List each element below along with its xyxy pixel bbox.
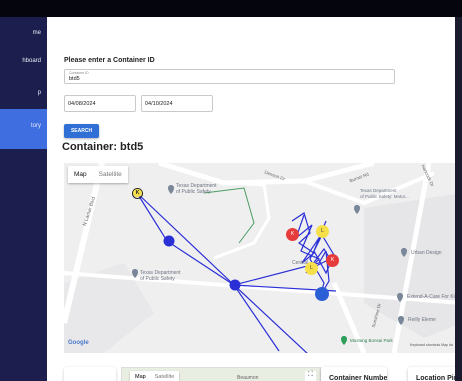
route-end-marker[interactable] [315,287,329,301]
route-marker[interactable]: K [286,228,299,241]
map-type-map[interactable]: Map [68,166,93,183]
map-label: Texas Department of Public Safety [176,183,217,195]
map-type-satellite[interactable]: Satellite [155,374,175,380]
sidebar-item-map[interactable]: p [0,87,47,101]
google-logo: Google [68,340,89,346]
route-marker[interactable]: L [305,262,318,275]
form-prompt: Please enter a Container ID [64,57,155,64]
sidebar-item-label: p [37,90,41,96]
sidebar-item-dashboard[interactable]: hboard [0,55,47,69]
map-label: Texas Department of Public Safety: Motor… [360,188,409,199]
window-edge [455,17,462,381]
route-map[interactable]: Texas Department of Public Safety Texas … [64,163,462,353]
route-marker[interactable]: L [316,225,329,238]
map-label: Beaumon [237,375,259,381]
sidebar-item-label: tory [30,123,41,129]
location-pin-header: Location Pin [408,367,462,381]
map-type-control: Map Satellite [68,166,128,183]
route-marker[interactable]: K [132,188,143,199]
container-id-label: Container ID [69,71,89,75]
end-date-field[interactable]: 04/10/2024 [141,95,213,112]
container-number-header: Container Number [321,367,387,381]
map-label: Extend-A-Care For Kids [407,294,461,300]
search-button[interactable]: SEARCH [64,124,99,138]
fullscreen-icon[interactable]: ⛶ [305,371,316,381]
route-marker[interactable]: K [326,254,339,267]
sidebar-item-label: hboard [22,58,41,64]
sidebar: me hboard p tory [0,17,47,381]
container-id-field[interactable]: Container ID btd5 [64,69,395,84]
map-label: Reilly Eleme [408,317,436,323]
container-id-value: btd5 [69,76,80,82]
map-label: Mustang Bonsai Park [350,338,393,343]
map-label: Urban Design [411,250,442,256]
container-title: Container: btd5 [62,141,144,153]
route-stop-marker[interactable] [229,279,241,291]
top-bar [0,0,462,17]
card-blank [64,367,116,381]
small-map[interactable]: Map Satellite Beaumon ⛶ [121,367,321,381]
map-type-map[interactable]: Map [135,374,146,380]
sidebar-item-label: me [32,30,41,36]
sidebar-item-history[interactable]: tory [0,109,47,149]
main-content: Please enter a Container ID Container ID… [47,17,462,381]
map-label: Texas Department of Public Safety [140,270,181,282]
route-stop-marker[interactable] [163,235,175,247]
map-type-satellite[interactable]: Satellite [93,166,128,183]
start-date-field[interactable]: 04/08/2024 [64,95,136,112]
sidebar-item-home[interactable]: me [0,27,47,41]
map-footer[interactable]: Keyboard shortcuts Map da [410,343,453,347]
map-type-control: Map Satellite [130,371,180,381]
